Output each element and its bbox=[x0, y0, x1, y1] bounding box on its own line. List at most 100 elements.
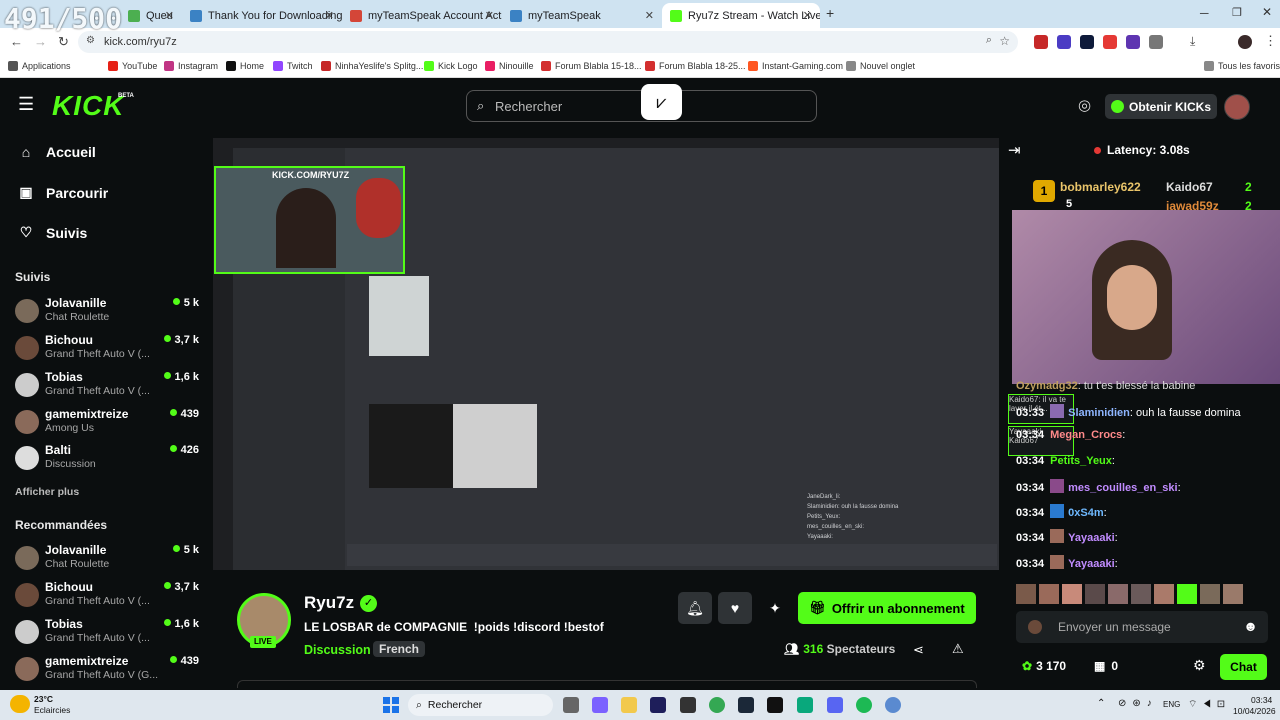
bookmark-item[interactable]: Nouvel onglet bbox=[846, 61, 915, 71]
language-tag[interactable]: French bbox=[373, 641, 426, 657]
minimize-button[interactable]: ─ bbox=[1200, 6, 1209, 20]
channel-points[interactable]: ✿ 3 170 bbox=[1022, 659, 1066, 673]
bookmark-star-icon[interactable]: ☆ bbox=[999, 34, 1010, 48]
bookmark-item[interactable]: Home bbox=[226, 61, 264, 71]
recommended-channel[interactable]: gamemixtreize Grand Theft Auto V (G... 439 bbox=[15, 654, 205, 688]
stream-category[interactable]: Discussion bbox=[304, 643, 371, 657]
profile-avatar[interactable] bbox=[1238, 35, 1252, 49]
notification-bell-button[interactable]: 🔔︎ bbox=[678, 592, 712, 624]
share-icon[interactable]: ⋖ bbox=[913, 642, 924, 658]
bookmark-item[interactable]: Ninouille bbox=[485, 61, 534, 71]
url-field[interactable]: ⚙ kick.com/ryu7z ⌕ ☆ bbox=[78, 31, 1018, 53]
chat-message[interactable]: 03:34 Megan_Crocs: bbox=[1016, 429, 1125, 441]
file-explorer-icon[interactable] bbox=[621, 697, 637, 713]
tiktok-icon[interactable] bbox=[767, 697, 783, 713]
streamlabs-icon[interactable] bbox=[797, 697, 813, 713]
hamburger-menu-icon[interactable]: ☰ bbox=[18, 94, 34, 115]
send-chat-button[interactable]: Chat bbox=[1220, 654, 1267, 680]
windows-start-icon[interactable] bbox=[383, 697, 399, 713]
followed-channel[interactable]: Bichouu Grand Theft Auto V (... 3,7 k bbox=[15, 333, 205, 367]
bookmark-item[interactable]: Kick Logo bbox=[424, 61, 478, 71]
all-bookmarks-folder[interactable]: Tous les favoris bbox=[1204, 61, 1280, 71]
recommended-channel[interactable]: Bichouu Grand Theft Auto V (... 3,7 k bbox=[15, 580, 205, 614]
browser-menu-icon[interactable]: ⋮ bbox=[1264, 33, 1277, 49]
recommended-channel[interactable]: Jolavanille Chat Roulette 5 k bbox=[15, 543, 205, 577]
app-icon[interactable] bbox=[885, 697, 901, 713]
browser-tab[interactable]: myTeamSpeak ✕ bbox=[502, 3, 662, 28]
obs-icon[interactable] bbox=[680, 697, 696, 713]
nav-home[interactable]: ⌂ Accueil bbox=[18, 144, 96, 160]
heart-icon: ♡ bbox=[19, 224, 33, 240]
bookmark-item[interactable]: Instant-Gaming.com bbox=[748, 61, 843, 71]
sparkle-button[interactable]: ✦ bbox=[758, 592, 792, 624]
network-volume-icons[interactable]: ⌔◀⊡ bbox=[1188, 698, 1230, 711]
notifications-icon[interactable]: ◎ bbox=[1078, 96, 1091, 114]
bookmark-item[interactable]: Twitch bbox=[273, 61, 313, 71]
nav-following[interactable]: ♡ Suivis bbox=[18, 224, 88, 241]
chat-message[interactable]: 03:34 Petits_Yeux: bbox=[1016, 455, 1115, 467]
report-icon[interactable]: ⚠ bbox=[952, 641, 964, 657]
streamer-name[interactable]: Ryu7z bbox=[304, 593, 354, 613]
premiere-icon[interactable] bbox=[650, 697, 666, 713]
weather-icon[interactable] bbox=[10, 695, 30, 713]
video-player[interactable]: KICK.COM/RYU7Z JaneDark_li: Slaminidien:… bbox=[213, 138, 999, 570]
subscribe-button[interactable]: 🎁︎ Offrir un abonnement bbox=[798, 592, 976, 624]
chat-message[interactable]: 03:34 Yayaaaki: bbox=[1016, 555, 1118, 570]
chat-message[interactable]: Ozymadg32: tu t'es blessé la babine bbox=[1016, 380, 1195, 392]
chrome-icon[interactable] bbox=[709, 697, 725, 713]
zoom-icon[interactable]: ⌕ bbox=[986, 34, 992, 47]
new-tab-button[interactable]: + bbox=[826, 5, 834, 21]
chat-message[interactable]: 03:33 Slaminidien: ouh la fausse domina bbox=[1016, 404, 1241, 419]
bookmark-item[interactable]: Applications bbox=[8, 61, 71, 71]
close-window-button[interactable]: ✕ bbox=[1262, 5, 1272, 19]
steam-icon[interactable] bbox=[738, 697, 754, 713]
browser-tab[interactable]: Queu ✕ bbox=[120, 3, 182, 28]
site-info-icon[interactable]: ⚙ bbox=[86, 35, 95, 46]
followed-channel[interactable]: Jolavanille Chat Roulette 5 k bbox=[15, 296, 205, 330]
browser-tab[interactable]: myTeamSpeak Account Activati✕ bbox=[342, 3, 502, 28]
clock-time[interactable]: 03:34 bbox=[1251, 695, 1272, 705]
chat-message[interactable]: 03:34 Yayaaaki: bbox=[1016, 529, 1118, 544]
kick-logo[interactable]: KICK bbox=[52, 90, 124, 122]
maximize-button[interactable]: ❐ bbox=[1232, 6, 1242, 19]
task-view-icon[interactable] bbox=[563, 697, 579, 713]
forward-icon[interactable]: → bbox=[34, 34, 47, 49]
language-indicator[interactable]: ENG bbox=[1163, 700, 1180, 709]
overlay-popup-icon[interactable]: ⩗ bbox=[641, 84, 682, 120]
extension-icons[interactable] bbox=[1034, 35, 1163, 49]
chat-message[interactable]: 03:34 mes_couilles_en_ski: bbox=[1016, 479, 1181, 494]
collapse-chat-icon[interactable]: ⇥ bbox=[1008, 141, 1021, 159]
bookmark-item[interactable]: Forum Blabla 18-25... bbox=[645, 61, 746, 71]
discord-icon[interactable] bbox=[827, 697, 843, 713]
get-kicks-button[interactable]: Obtenir KICKs bbox=[1105, 94, 1217, 119]
browser-tab-active[interactable]: Ryu7z Stream - Watch Live ✕ bbox=[662, 3, 820, 28]
user-avatar[interactable] bbox=[1224, 94, 1250, 120]
followed-channel[interactable]: Tobias Grand Theft Auto V (... 1,6 k bbox=[15, 370, 205, 404]
followed-channel[interactable]: Balti Discussion 426 bbox=[15, 443, 205, 477]
browser-tab[interactable]: Thank You for Downloading Te✕ bbox=[182, 3, 342, 28]
system-tray-chevron-icon[interactable]: ⌃ bbox=[1097, 698, 1105, 709]
spotify-icon[interactable] bbox=[856, 697, 872, 713]
nav-browse[interactable]: ▣ Parcourir bbox=[18, 184, 108, 201]
emoji-icon[interactable]: ☻ bbox=[1243, 618, 1258, 634]
follow-heart-button[interactable]: ♥ bbox=[718, 592, 752, 624]
copilot-icon[interactable] bbox=[592, 697, 608, 713]
back-icon[interactable]: ← bbox=[10, 34, 23, 49]
taskbar-search[interactable]: ⌕ Rechercher bbox=[408, 694, 553, 716]
tray-icons[interactable]: ⊘⊛♪ bbox=[1118, 698, 1158, 709]
chat-message[interactable]: 03:34 0xS4m: bbox=[1016, 504, 1107, 519]
bookmark-item[interactable]: Forum Blabla 15-18... bbox=[541, 61, 642, 71]
bookmark-item[interactable]: YouTube bbox=[108, 61, 157, 71]
bookmark-item[interactable]: NinhaYeslife's Splitg... bbox=[321, 61, 423, 71]
gift-count[interactable]: ▦ 0 bbox=[1094, 659, 1118, 673]
reload-icon[interactable]: ↻ bbox=[58, 34, 69, 50]
download-icon[interactable]: ⤓ bbox=[1190, 34, 1195, 49]
viewer-count: 👥︎ 316 Spectateurs bbox=[784, 642, 896, 656]
bookmark-item[interactable]: Instagram bbox=[164, 61, 218, 71]
chat-input[interactable]: Envoyer un message ☻ bbox=[1016, 611, 1268, 643]
show-more-link[interactable]: Afficher plus bbox=[15, 486, 79, 498]
chat-settings-icon[interactable]: ⚙ bbox=[1193, 657, 1206, 674]
followed-channel[interactable]: gamemixtreize Among Us 439 bbox=[15, 407, 205, 441]
recommended-channel[interactable]: Tobias Grand Theft Auto V (... 1,6 k bbox=[15, 617, 205, 651]
clock-date[interactable]: 10/04/2026 bbox=[1233, 706, 1276, 716]
